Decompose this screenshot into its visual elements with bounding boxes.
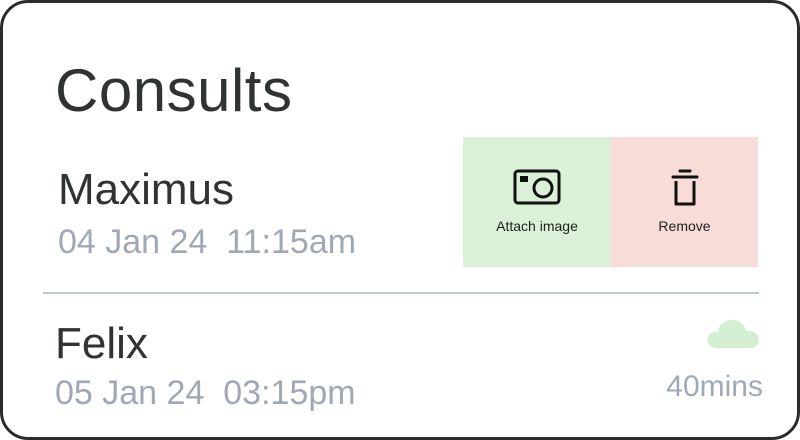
page-title: Consults: [55, 57, 293, 124]
remove-label: Remove: [658, 218, 711, 234]
consult-name: Felix: [55, 319, 148, 368]
consult-name: Maximus: [58, 165, 235, 214]
attach-image-label: Attach image: [496, 218, 578, 234]
remove-button[interactable]: Remove: [611, 137, 758, 267]
consult-datetime: 04 Jan 24 11:15am: [58, 222, 356, 262]
consult-datetime: 05 Jan 24 03:15pm: [55, 373, 356, 413]
consult-row-felix[interactable]: Felix 05 Jan 24 03:15pm 40mins: [3, 295, 797, 437]
consult-row-maximus[interactable]: Maximus 04 Jan 24 11:15am Attach image R…: [3, 135, 797, 291]
consult-duration: 40mins: [666, 370, 763, 403]
row-divider: [43, 292, 759, 294]
camera-icon: [513, 169, 561, 205]
attach-image-button[interactable]: Attach image: [463, 137, 611, 267]
consult-time: 03:15pm: [223, 374, 356, 412]
consult-date: 04 Jan 24: [58, 223, 208, 261]
cloud-icon: [707, 319, 759, 348]
consults-card: Consults Maximus 04 Jan 24 11:15am Attac…: [0, 0, 800, 440]
consult-date: 05 Jan 24: [55, 374, 205, 412]
consult-time: 11:15am: [226, 223, 357, 261]
trash-icon: [671, 169, 698, 206]
